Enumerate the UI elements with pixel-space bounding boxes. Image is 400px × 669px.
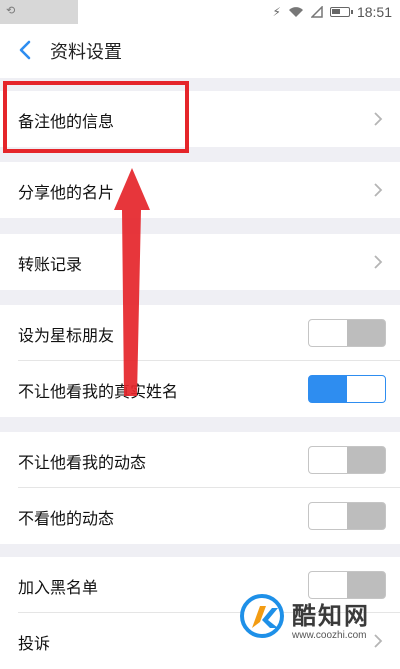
toggle-knob — [309, 503, 347, 529]
cellular-icon — [310, 6, 323, 18]
star-friend-row: 设为星标朋友 — [0, 305, 400, 361]
signal-off-icon: ⚡ — [272, 5, 281, 19]
hide-his-moments-label: 不看他的动态 — [18, 509, 115, 528]
nav-bar: 资料设置 — [0, 24, 400, 78]
status-time: 18:51 — [356, 4, 392, 20]
coozhi-logo-icon — [240, 594, 284, 638]
wifi-icon — [288, 7, 303, 17]
chevron-right-icon — [374, 255, 383, 269]
toggle-knob — [309, 320, 347, 346]
toggle-knob — [309, 447, 347, 473]
chevron-right-icon — [374, 112, 383, 126]
hide-real-name-toggle[interactable] — [308, 375, 386, 403]
toggle-knob — [347, 376, 385, 402]
transfer-record-label: 转账记录 — [18, 255, 83, 274]
hide-his-moments-toggle[interactable] — [308, 502, 386, 530]
hide-my-moments-toggle[interactable] — [308, 446, 386, 474]
report-label: 投诉 — [18, 634, 51, 653]
remark-info-label: 备注他的信息 — [18, 112, 115, 131]
hide-real-name-row: 不让他看我的真实姓名 — [0, 361, 400, 417]
watermark-url: www.coozhi.com — [292, 630, 367, 641]
watermark-name: 酷知网 — [292, 602, 370, 630]
star-friend-label: 设为星标朋友 — [18, 326, 115, 345]
share-card-label: 分享他的名片 — [18, 183, 115, 202]
remark-info-row[interactable]: 备注他的信息 — [0, 91, 400, 147]
page-title: 资料设置 — [50, 42, 122, 63]
status-icons: ⚡ 18:51 — [273, 3, 392, 21]
transfer-record-row[interactable]: 转账记录 — [0, 234, 400, 290]
battery-icon — [329, 7, 353, 17]
battery-level — [331, 9, 340, 14]
status-bar-left: ⟲ — [0, 0, 78, 24]
hide-real-name-label: 不让他看我的真实姓名 — [18, 382, 179, 401]
back-arrow-icon[interactable] — [12, 36, 40, 64]
status-bar: ⟲ ⚡ 18:51 — [0, 0, 400, 24]
hide-his-moments-row: 不看他的动态 — [0, 488, 400, 544]
blacklist-label: 加入黑名单 — [18, 578, 99, 597]
hide-my-moments-label: 不让他看我的动态 — [18, 453, 147, 472]
star-friend-toggle[interactable] — [308, 319, 386, 347]
share-card-row[interactable]: 分享他的名片 — [0, 162, 400, 218]
notification-icon: ⟲ — [6, 4, 16, 17]
hide-my-moments-row: 不让他看我的动态 — [0, 432, 400, 488]
watermark: 酷知网 www.coozhi.com — [240, 588, 400, 650]
chevron-right-icon — [374, 183, 383, 197]
